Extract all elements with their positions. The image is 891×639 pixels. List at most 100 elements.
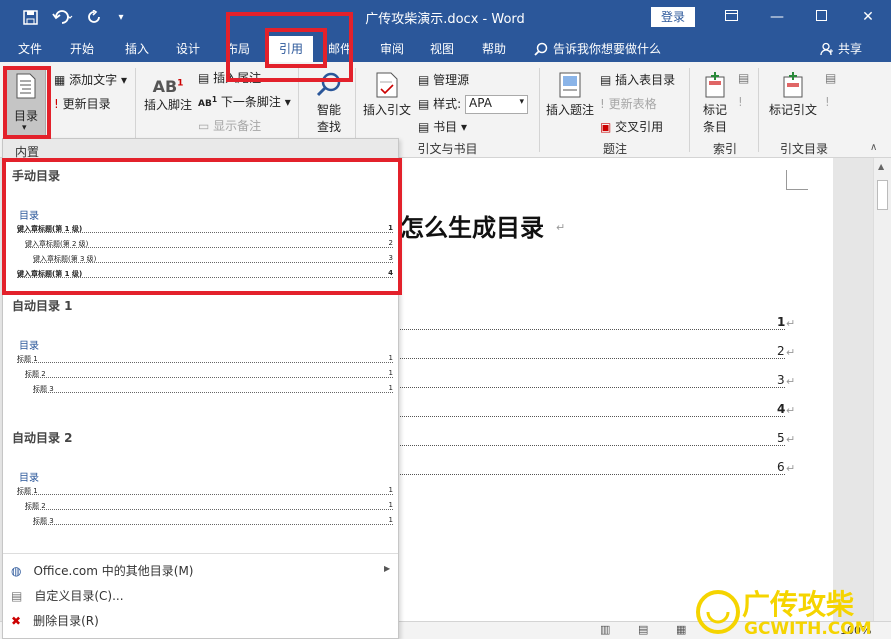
tab-review[interactable]: 审阅 <box>372 40 412 58</box>
mark-entry-label-1: 标记 <box>702 103 727 117</box>
next-footnote-label: 下一条脚注 <box>220 95 281 109</box>
auto-toc-1-option[interactable]: 自动目录 1 目录 标题 1 1 标题 2 1 标题 3 1 <box>5 291 396 419</box>
tab-design[interactable]: 设计 <box>168 40 208 58</box>
minimize-icon[interactable]: — <box>766 6 788 28</box>
gallery-toc-row: 标题 2 1 <box>25 369 393 378</box>
scroll-up-icon[interactable]: ▲ <box>878 162 884 171</box>
tab-view[interactable]: 视图 <box>422 40 462 58</box>
next-footnote-button[interactable]: AB1 下一条脚注 ▾ <box>198 93 291 110</box>
mark-citation-button[interactable]: 标记引文 <box>765 72 821 118</box>
paragraph-mark-icon: ↵ <box>556 221 566 234</box>
smart-lookup-button[interactable]: 智能 查找 <box>310 72 348 135</box>
vertical-scrollbar[interactable]: ▲ <box>873 158 891 621</box>
tab-insert[interactable]: 插入 <box>117 40 157 58</box>
ribbon-display-icon[interactable] <box>720 6 742 28</box>
auto-toc-1-heading: 目录 <box>19 341 39 352</box>
tab-layout[interactable]: 布局 <box>218 40 258 58</box>
insert-citation-label: 插入引文 <box>362 103 411 117</box>
toc-button[interactable]: 目录 ▾ <box>4 66 46 136</box>
customize-qat-icon[interactable]: ▾ <box>114 8 128 26</box>
tab-help[interactable]: 帮助 <box>474 40 514 58</box>
gallery-row-text: 键入章标题(第 1 级) <box>17 225 83 233</box>
custom-toc-icon: ▤ <box>11 588 23 603</box>
gallery-row-num: 1 <box>388 486 393 494</box>
cross-ref-icon: ▣ <box>600 120 612 134</box>
tell-me-search[interactable]: 告诉我你想要做什么 <box>534 40 661 57</box>
gallery-row-num: 4 <box>388 269 393 277</box>
table-figures-icon: ▤ <box>600 73 612 87</box>
remove-toc-menu-item[interactable]: ✖ 删除目录(R) <box>11 612 99 629</box>
index-group-label: 索引 <box>712 142 737 156</box>
show-notes-button[interactable]: ▭ 显示备注 <box>198 117 261 134</box>
insert-toa-icon[interactable]: ▤ <box>825 71 836 85</box>
style-value: APA <box>469 96 492 110</box>
gallery-row-num: 2 <box>388 239 393 247</box>
cross-reference-button[interactable]: ▣ 交叉引用 <box>600 118 663 135</box>
gallery-row-num: 1 <box>388 516 393 524</box>
menu-divider <box>3 553 398 554</box>
insert-citation-button[interactable]: 插入引文 <box>362 72 412 118</box>
notes-icon: ▭ <box>198 119 210 133</box>
gallery-row-text: 键入章标题(第 1 级) <box>17 270 83 278</box>
bibliography-button[interactable]: ▤ 书目 ▾ <box>418 118 467 135</box>
insert-footnote-button[interactable]: AB1 插入脚注 <box>143 77 193 113</box>
gallery-toc-row: 标题 3 1 <box>33 384 393 393</box>
update-table-button[interactable]: ! 更新表格 <box>600 95 657 112</box>
toc-leader-line <box>400 316 785 330</box>
insert-index-icon[interactable]: ▤ <box>738 71 749 85</box>
style-dropdown[interactable]: APA ▾ <box>465 95 529 114</box>
update-toa-icon[interactable]: ! <box>825 95 830 109</box>
custom-toc-label: 自定义目录(C)... <box>34 589 124 603</box>
scroll-thumb[interactable] <box>877 180 888 210</box>
gallery-row-text: 标题 3 <box>33 517 54 525</box>
mark-entry-label-2: 条目 <box>702 120 727 134</box>
mark-entry-button[interactable]: 标记 条目 <box>697 72 733 135</box>
insert-endnote-button[interactable]: ▤ 插入尾注 <box>198 69 261 86</box>
gallery-row-text: 标题 1 <box>17 355 38 363</box>
auto-toc-2-option[interactable]: 自动目录 2 目录 标题 1 1 标题 2 1 标题 3 1 <box>5 423 396 551</box>
mark-citation-label: 标记引文 <box>768 103 817 117</box>
zoom-level[interactable]: 100% <box>840 624 871 637</box>
custom-toc-menu-item[interactable]: ▤ 自定义目录(C)... <box>11 587 124 604</box>
manage-sources-button[interactable]: ▤ 管理源 <box>418 71 469 88</box>
undo-icon[interactable] <box>50 8 76 26</box>
add-text-icon: ▦ <box>54 73 66 87</box>
insert-caption-button[interactable]: 插入题注 <box>545 72 595 118</box>
cross-ref-label: 交叉引用 <box>615 120 664 134</box>
close-icon[interactable]: ✕ <box>857 6 879 28</box>
gallery-row-text: 键入章标题(第 3 级) <box>33 255 97 263</box>
share-button[interactable]: 共享 <box>820 40 862 57</box>
redo-icon[interactable] <box>84 8 104 26</box>
web-layout-icon[interactable]: ▦ <box>676 623 686 636</box>
document-title: 广传攻柴演示.docx - Word <box>365 12 525 27</box>
login-button[interactable]: 登录 <box>651 7 695 27</box>
more-toc-menu-item[interactable]: ◍ Office.com 中的其他目录(M) <box>11 562 194 579</box>
manual-toc-heading: 目录 <box>19 211 39 222</box>
tab-file[interactable]: 文件 <box>10 40 50 58</box>
tab-home[interactable]: 开始 <box>62 40 102 58</box>
print-layout-icon[interactable]: ▤ <box>638 623 648 636</box>
style-select[interactable]: ▤ 样式: APA ▾ <box>418 95 529 114</box>
auto-toc-1-title: 自动目录 1 <box>12 299 73 313</box>
tab-mailings[interactable]: 邮件 <box>322 40 358 58</box>
maximize-icon[interactable] <box>810 6 832 28</box>
gallery-row-num: 1 <box>388 369 393 377</box>
insert-table-of-figures-button[interactable]: ▤ 插入表目录 <box>600 71 675 88</box>
insert-endnote-label: 插入尾注 <box>213 71 262 85</box>
update-table-icon: ! <box>600 97 605 111</box>
paragraph-mark-icon: ↵ <box>786 433 796 446</box>
save-icon[interactable] <box>20 8 40 26</box>
tab-references[interactable]: 引用 <box>269 36 313 62</box>
gallery-row-text: 标题 3 <box>33 385 54 393</box>
read-mode-icon[interactable]: ▥ <box>600 623 610 636</box>
paragraph-mark-icon: ↵ <box>786 346 796 359</box>
add-text-button[interactable]: ▦ 添加文字 ▾ <box>54 71 127 88</box>
update-index-icon[interactable]: ! <box>738 95 743 109</box>
search-icon <box>316 72 341 97</box>
collapse-ribbon-icon[interactable]: ∧ <box>870 142 877 153</box>
toc-leader-line <box>400 345 785 359</box>
update-toc-button[interactable]: ! 更新目录 <box>54 95 111 112</box>
manual-toc-option[interactable]: 手动目录 目录 键入章标题(第 1 级) 1 键入章标题(第 2 级) 2 键入章标… <box>5 161 396 289</box>
smart-lookup-label-2: 查找 <box>316 120 341 134</box>
gallery-toc-row: 标题 1 1 <box>17 354 393 363</box>
